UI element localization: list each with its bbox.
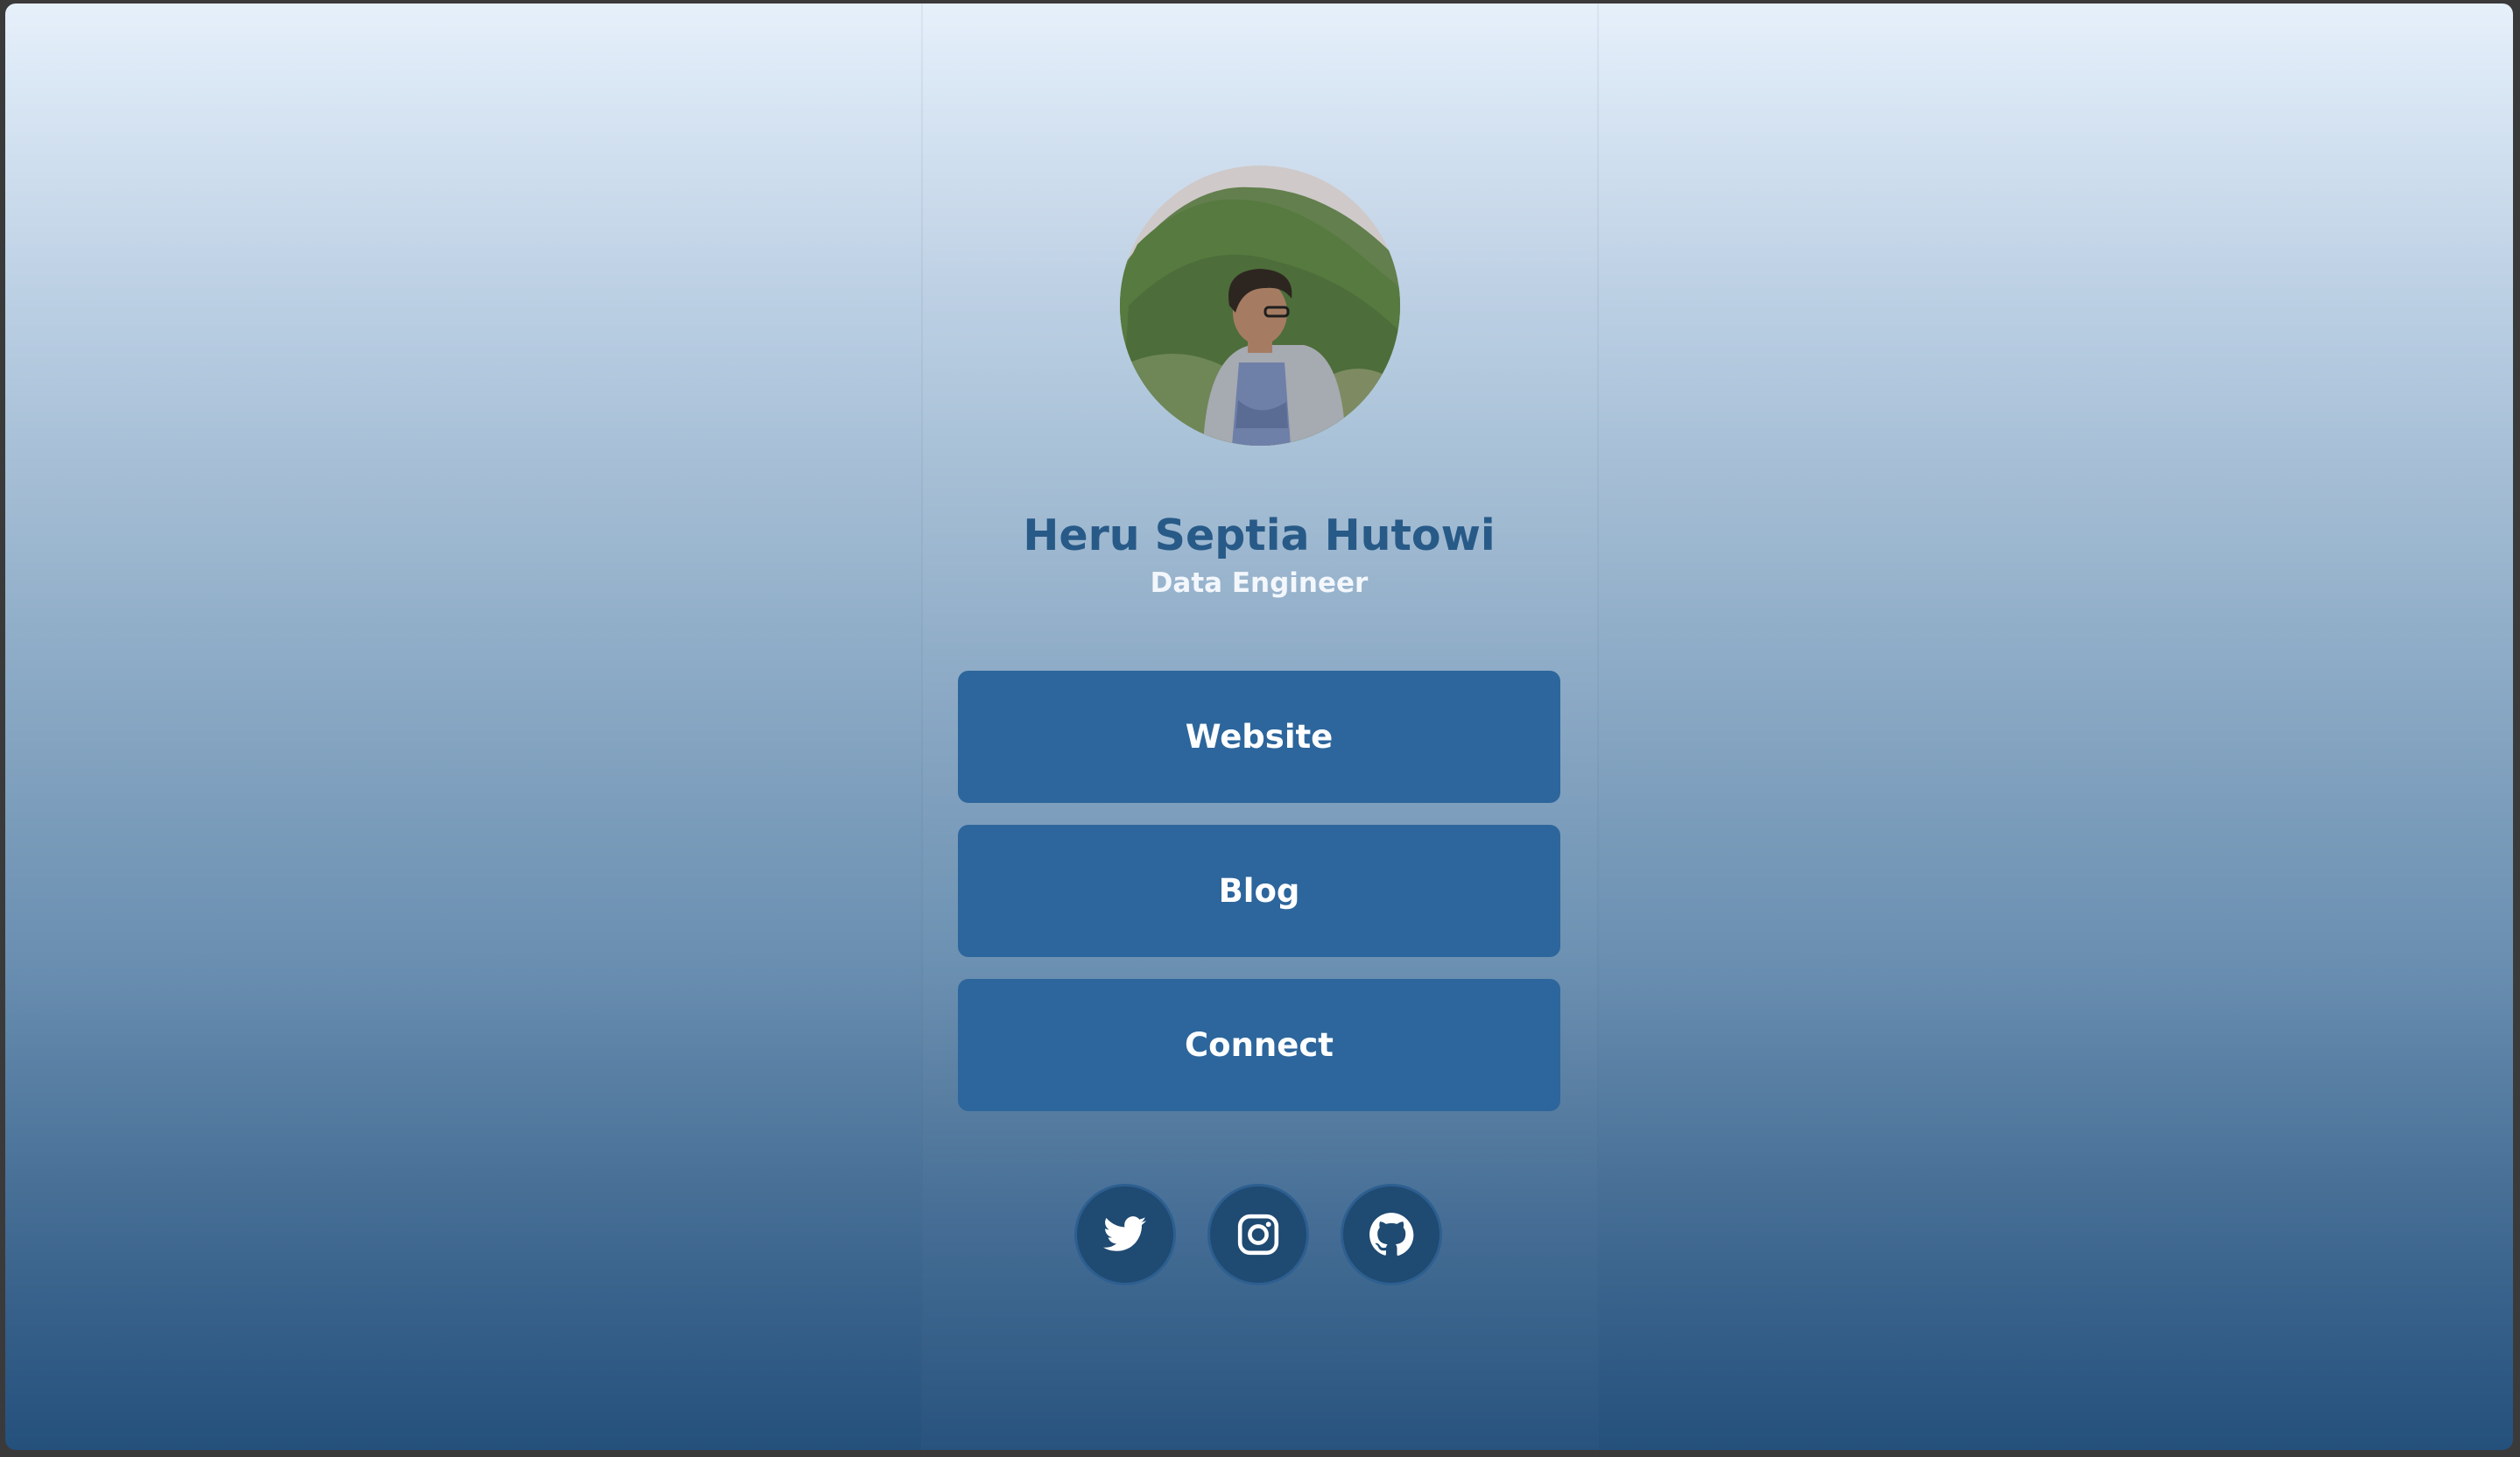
profile-name: Heru Septia Hutowi	[1023, 510, 1496, 560]
twitter-button[interactable]	[1074, 1184, 1176, 1285]
twitter-icon	[1103, 1216, 1147, 1251]
github-icon	[1369, 1213, 1414, 1256]
github-button[interactable]	[1341, 1184, 1442, 1285]
instagram-icon	[1237, 1214, 1279, 1256]
avatar	[1120, 165, 1400, 446]
connect-button[interactable]: Connect	[958, 979, 1560, 1111]
website-button[interactable]: Website	[958, 671, 1560, 803]
page-background: Heru Septia Hutowi Data Engineer Website…	[5, 4, 2513, 1450]
profile-photo	[1120, 165, 1400, 446]
instagram-button[interactable]	[1207, 1184, 1309, 1285]
profile-role: Data Engineer	[1150, 567, 1369, 599]
blog-button[interactable]: Blog	[958, 825, 1560, 957]
